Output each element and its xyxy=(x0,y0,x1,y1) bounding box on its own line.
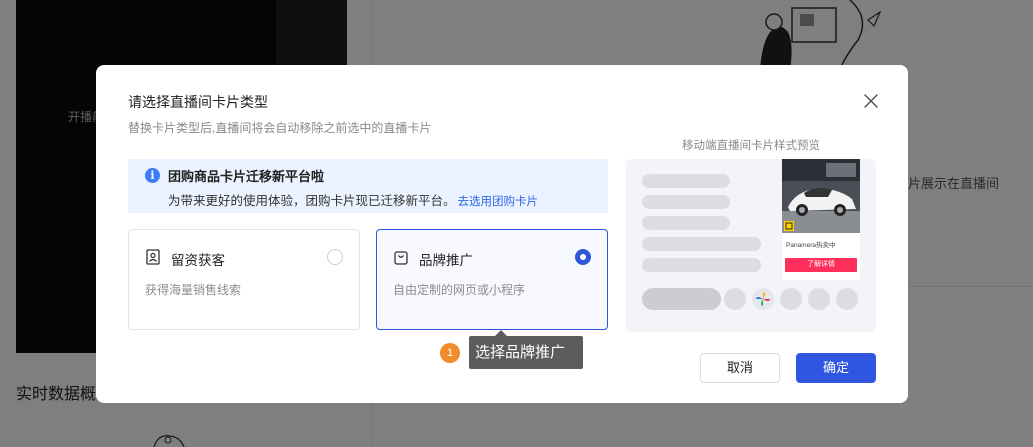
contact-card-icon xyxy=(146,249,160,265)
skeleton-pill xyxy=(642,288,721,310)
skeleton-line xyxy=(642,216,730,230)
option-lead-generation[interactable]: 留资获客 获得海量销售线索 xyxy=(128,229,360,330)
notice-text: 为带来更好的使用体验，团购卡片现已迁移新平台。 去选用团购卡片 xyxy=(168,190,538,209)
info-icon: i xyxy=(145,168,160,183)
skeleton-dot xyxy=(780,288,802,310)
option-title: 留资获客 xyxy=(171,253,225,268)
option-title: 品牌推广 xyxy=(419,253,473,268)
group-buy-card-link[interactable]: 去选用团购卡片 xyxy=(458,196,539,208)
migration-notice: i 团购商品卡片迁移新平台啦 为带来更好的使用体验，团购卡片现已迁移新平台。 去选… xyxy=(128,159,608,213)
product-detail-button: 了解详情 xyxy=(785,258,857,272)
close-icon[interactable] xyxy=(862,92,880,110)
cancel-button[interactable]: 取消 xyxy=(700,353,780,383)
option-radio-checked[interactable] xyxy=(575,249,591,265)
skeleton-dot xyxy=(724,288,746,310)
skeleton-line xyxy=(642,174,730,188)
preview-label: 移动端直播间卡片样式预览 xyxy=(682,140,820,152)
notice-message: 为带来更好的使用体验，团购卡片现已迁移新平台。 xyxy=(168,194,456,208)
shopping-bag-icon xyxy=(394,251,408,265)
step-tooltip: 选择品牌推广 xyxy=(469,330,583,369)
notice-title: 团购商品卡片迁移新平台啦 xyxy=(168,169,325,184)
preview-product-card: Panamera热卖中 了解详情 xyxy=(782,159,860,280)
option-description: 获得海量销售线索 xyxy=(145,283,242,297)
pinwheel-icon xyxy=(752,288,774,310)
card-type-dialog: 请选择直播间卡片类型 替换卡片类型后,直播间将会自动移除之前选中的直播卡片 i … xyxy=(96,65,908,403)
skeleton-line xyxy=(642,258,761,272)
car-image xyxy=(782,159,860,233)
step-badge: 1 xyxy=(440,343,460,363)
dialog-title: 请选择直播间卡片类型 xyxy=(128,94,268,110)
skeleton-line xyxy=(642,237,761,251)
skeleton-line xyxy=(642,195,730,209)
mobile-card-preview: Panamera热卖中 了解详情 xyxy=(626,159,876,332)
option-brand-promotion[interactable]: 品牌推广 自由定制的网页或小程序 xyxy=(376,229,608,330)
dialog-subtitle: 替换卡片类型后,直播间将会自动移除之前选中的直播卡片 xyxy=(128,121,432,135)
option-description: 自由定制的网页或小程序 xyxy=(393,283,526,297)
skeleton-dot xyxy=(836,288,858,310)
skeleton-dot xyxy=(808,288,830,310)
option-radio[interactable] xyxy=(327,249,343,265)
product-name: Panamera热卖中 xyxy=(786,242,836,249)
confirm-button[interactable]: 确定 xyxy=(796,353,876,383)
